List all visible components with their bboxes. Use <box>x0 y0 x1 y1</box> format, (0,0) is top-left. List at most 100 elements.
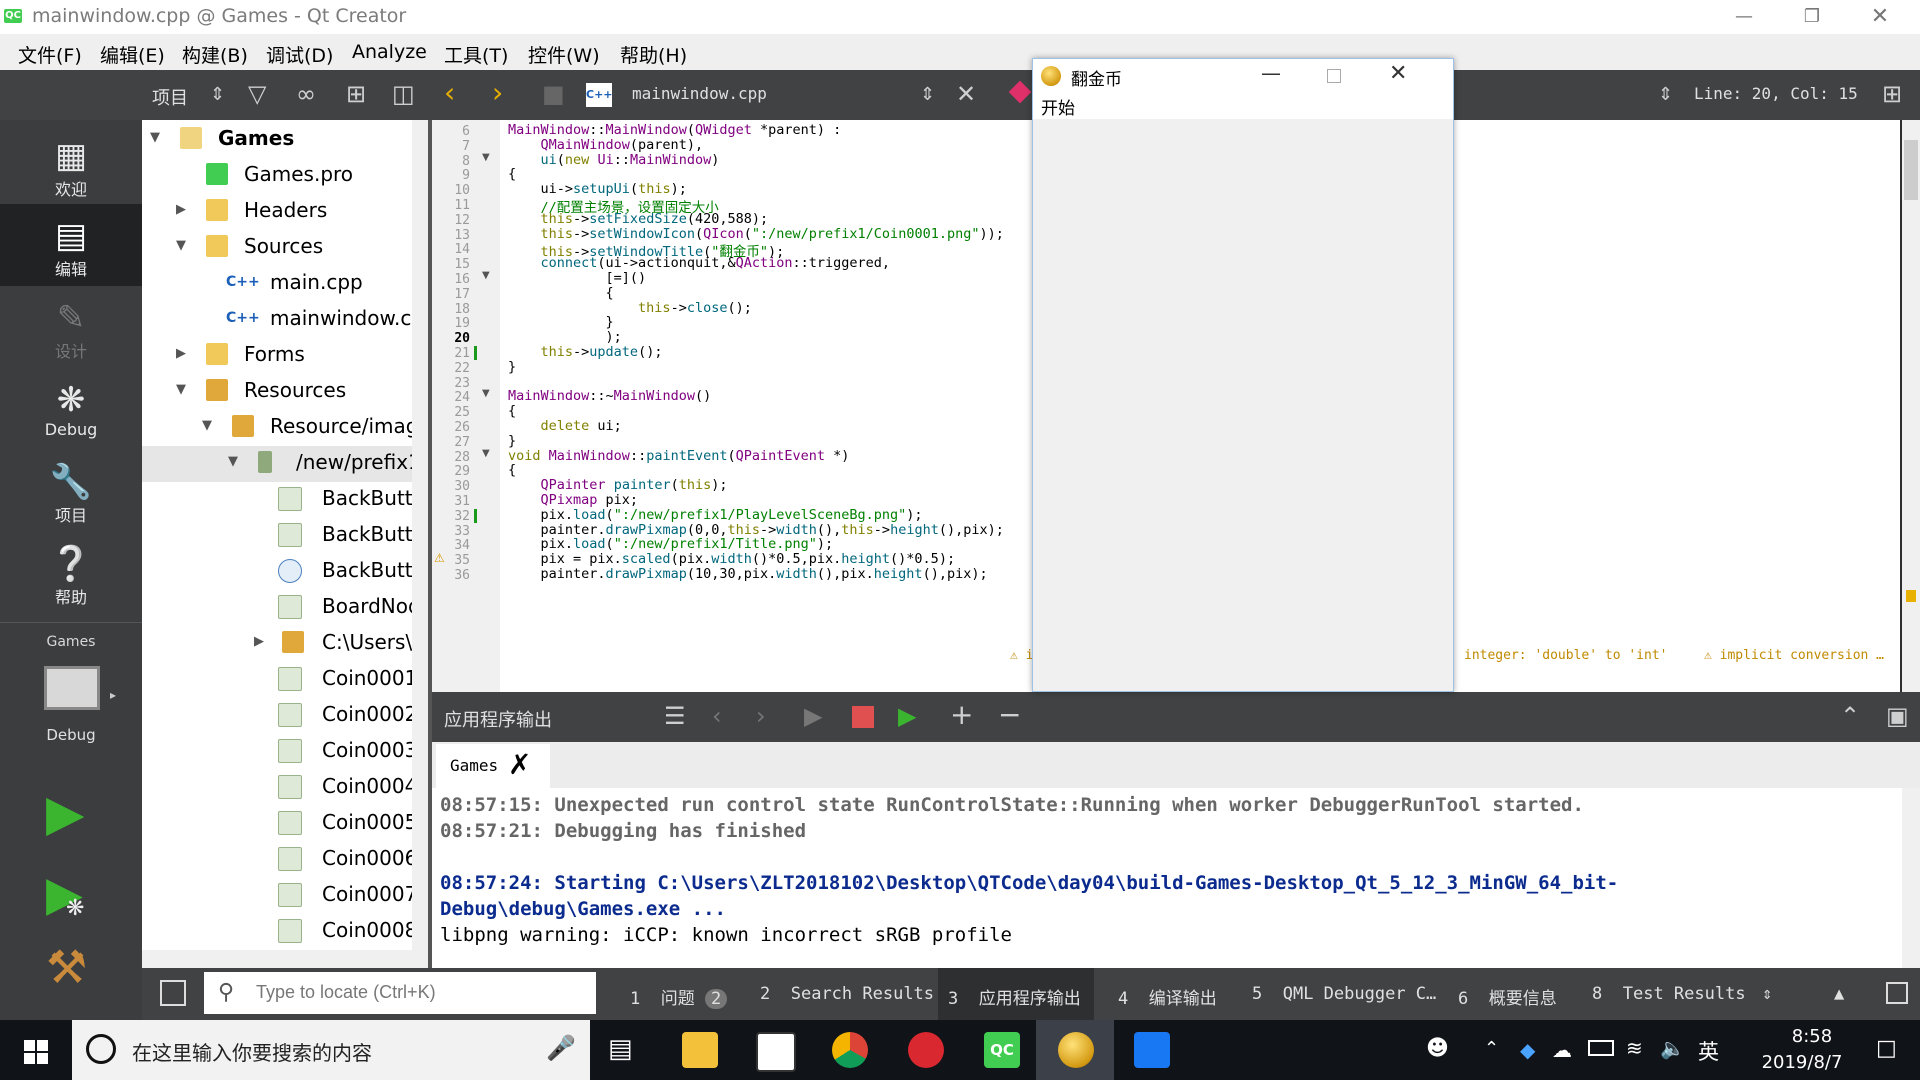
mode-debug[interactable]: ❋ Debug <box>0 368 142 448</box>
mode-design[interactable]: ✎ 设计 <box>0 286 142 366</box>
output-text[interactable]: 08:57:15: Unexpected run control state R… <box>432 788 1902 968</box>
clock-date[interactable]: 2019/8/7 <box>1740 1052 1864 1073</box>
fold-arrow-icon[interactable]: ▼ <box>482 152 490 163</box>
mode-edit[interactable]: ▤ 编辑 <box>0 204 142 286</box>
ime-indicator[interactable]: 英 <box>1698 1036 1719 1066</box>
menu-build[interactable]: 构建(B) <box>182 41 248 68</box>
updown-icon[interactable]: ⇕ <box>920 84 935 105</box>
run-icon[interactable]: ▶ <box>46 784 84 842</box>
locator-input[interactable]: ⚲ Type to locate (Ctrl+K) <box>204 972 596 1014</box>
zoom-in-icon[interactable]: + <box>950 698 973 731</box>
tree-horizontal-scrollbar[interactable] <box>142 950 412 968</box>
updown-icon[interactable]: ⇕ <box>1658 84 1673 105</box>
code-line: painter.drawPixmap(10,30,pix.width(),pix… <box>508 566 988 582</box>
close-button[interactable]: ✕ <box>1846 0 1914 34</box>
updown-icon[interactable]: ⇕ <box>1762 984 1772 1004</box>
notifications-icon[interactable]: □ <box>1876 1036 1897 1061</box>
menu-edit[interactable]: 编辑(E) <box>100 41 165 68</box>
status-tab-app-output[interactable]: 3 应用程序输出 <box>948 984 1081 1009</box>
output-scrollbar[interactable] <box>1902 788 1920 968</box>
minimize-button[interactable]: — <box>1710 0 1778 34</box>
close-tab-icon[interactable]: ✗ <box>508 748 531 781</box>
close-pane-icon[interactable]: ▣ <box>1886 702 1909 730</box>
close-sidebar-icon[interactable]: ◫ <box>392 80 415 108</box>
back-icon[interactable]: ‹ <box>444 76 455 109</box>
image-file-icon <box>278 739 302 763</box>
status-tab-compile-output[interactable]: 4 编译输出 <box>1118 984 1217 1009</box>
fold-arrow-icon[interactable]: ▼ <box>482 270 490 281</box>
network-drive-icon[interactable]: ◆ <box>1520 1038 1535 1062</box>
kit-project-label: Games <box>46 634 96 650</box>
mode-help[interactable]: ❔ 帮助 <box>0 532 142 612</box>
menu-analyze[interactable]: Analyze <box>352 41 427 63</box>
editor-scrollbar[interactable] <box>1902 120 1920 692</box>
tray-chevron-icon[interactable]: ⌃ <box>1484 1038 1499 1059</box>
netease-music-icon[interactable] <box>908 1032 944 1068</box>
mode-welcome[interactable]: ▦ 欢迎 <box>0 124 142 204</box>
fold-arrow-icon[interactable]: ▼ <box>482 448 490 459</box>
status-tab-search-results[interactable]: 2 Search Results <box>760 984 934 1004</box>
menu-help[interactable]: 帮助(H) <box>620 41 687 68</box>
split-icon[interactable]: ⊞ <box>1882 80 1902 108</box>
status-tab-qml-debugger[interactable]: 5 QML Debugger C… <box>1252 984 1436 1004</box>
close-document-icon[interactable]: ✕ <box>956 80 976 108</box>
menu-controls[interactable]: 控件(W) <box>528 41 600 68</box>
maximize-pane-icon[interactable]: ⌃ <box>1840 702 1860 730</box>
minimize-button[interactable]: — <box>1261 61 1281 85</box>
split-icon[interactable]: ⊞ <box>346 80 366 108</box>
cursor-position[interactable]: Line: 20, Col: 15 <box>1694 84 1858 103</box>
close-button[interactable]: ✕ <box>1389 61 1407 86</box>
code-line: MainWindow::~MainWindow() <box>508 388 712 405</box>
store-icon[interactable] <box>756 1032 796 1072</box>
file-explorer-icon[interactable] <box>682 1032 718 1068</box>
menu-file[interactable]: 文件(F) <box>18 41 82 68</box>
toggle-sidebar-icon[interactable] <box>160 980 186 1006</box>
menu-debug[interactable]: 调试(D) <box>266 41 333 68</box>
status-tab-issues[interactable]: 1 问题 2 <box>630 984 728 1009</box>
next-icon[interactable]: › <box>756 702 766 730</box>
volume-icon[interactable]: 🔈 <box>1660 1036 1685 1060</box>
zoom-out-icon[interactable]: − <box>998 698 1021 731</box>
status-tab-test-results[interactable]: 8 Test Results <box>1592 984 1746 1004</box>
rerun-icon[interactable]: ▶ <box>804 702 822 730</box>
tree-vertical-scrollbar[interactable] <box>412 120 428 968</box>
clean-icon[interactable]: ☰ <box>664 702 686 730</box>
coin-game-icon[interactable] <box>1058 1032 1094 1068</box>
stop-icon[interactable] <box>852 706 874 728</box>
debug-run-icon[interactable]: ▶ <box>898 702 916 730</box>
toggle-right-sidebar-icon[interactable] <box>1886 982 1908 1004</box>
mode-projects[interactable]: 🔧 项目 <box>0 450 142 530</box>
windows-start-icon[interactable] <box>24 1040 48 1064</box>
cloud-icon[interactable]: ☁ <box>1552 1038 1572 1062</box>
dingtalk-icon[interactable] <box>1134 1032 1170 1068</box>
chrome-icon[interactable] <box>832 1032 868 1068</box>
taskbar-search[interactable]: 在这里输入你要搜索的内容 🎤 <box>72 1020 590 1080</box>
battery-icon[interactable] <box>1588 1040 1614 1056</box>
menu-start[interactable]: 开始 <box>1041 94 1075 119</box>
fold-arrow-icon[interactable]: ▼ <box>482 388 490 399</box>
filter-icon[interactable]: ▽ <box>248 80 266 108</box>
people-icon[interactable]: ☻ <box>1426 1036 1449 1061</box>
microphone-icon[interactable]: 🎤 <box>546 1034 576 1062</box>
kit-arrow-icon[interactable]: ▸ <box>110 688 116 702</box>
project-view-label[interactable]: 项目 <box>152 84 188 110</box>
status-tab-general[interactable]: 6 概要信息 <box>1458 984 1557 1009</box>
open-file-name[interactable]: mainwindow.cpp <box>632 84 767 103</box>
hammer-icon[interactable]: ⚒ <box>46 940 87 994</box>
link-icon[interactable]: ∞ <box>296 80 316 108</box>
menu-tools[interactable]: 工具(T) <box>444 41 508 68</box>
forward-icon[interactable]: › <box>492 76 503 109</box>
monitor-icon[interactable] <box>44 666 100 710</box>
updown-icon[interactable]: ⇕ <box>210 84 225 105</box>
folder-icon <box>180 127 202 149</box>
scroll-thumb[interactable] <box>1904 140 1918 200</box>
wifi-icon[interactable]: ≋ <box>1626 1036 1643 1060</box>
clock-time[interactable]: 8:58 <box>1760 1026 1864 1047</box>
output-tab-games[interactable]: Games ✗ <box>436 744 550 788</box>
task-view-icon[interactable]: ▤ <box>608 1034 633 1064</box>
restore-button[interactable]: ❐ <box>1778 0 1846 34</box>
headers-folder-icon <box>206 199 228 221</box>
maximize-icon[interactable]: ▲ <box>1834 984 1844 1004</box>
qt-creator-taskbar-icon[interactable]: QC <box>984 1032 1020 1068</box>
prev-icon[interactable]: ‹ <box>712 702 722 730</box>
